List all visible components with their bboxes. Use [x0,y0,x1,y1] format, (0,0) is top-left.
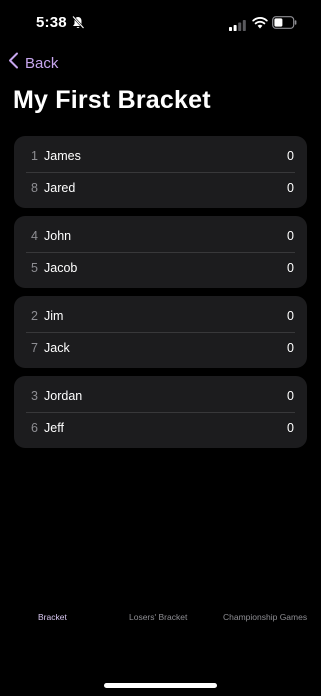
player-score: 0 [287,421,294,435]
player-seed: 5 [31,261,38,275]
match-card: 1 James 0 8 Jared 0 [14,136,307,208]
match-card: 3 Jordan 0 6 Jeff 0 [14,376,307,448]
home-indicator[interactable] [104,683,217,688]
player-seed: 8 [31,181,38,195]
status-time: 5:38 [36,14,67,31]
player-score: 0 [287,389,294,403]
player-row[interactable]: 6 Jeff 0 [14,412,307,444]
player-score: 0 [287,261,294,275]
wifi-icon [252,16,268,29]
player-score: 0 [287,149,294,163]
player-seed: 6 [31,421,38,435]
tab-bar: Bracket Losers' Bracket Championship Gam… [0,612,321,632]
player-name: Jeff [44,421,64,435]
page-title: My First Bracket [13,86,211,114]
chevron-left-icon [8,52,19,74]
player-row[interactable]: 3 Jordan 0 [14,380,307,412]
player-row[interactable]: 2 Jim 0 [14,300,307,332]
match-card: 4 John 0 5 Jacob 0 [14,216,307,288]
player-name: John [44,229,72,243]
player-row[interactable]: 5 Jacob 0 [14,252,307,284]
back-label: Back [25,54,59,72]
player-name: James [44,149,81,163]
player-seed: 1 [31,149,38,163]
status-bar: 5:38 [0,0,321,46]
player-row[interactable]: 4 John 0 [14,220,307,252]
tab-losers-bracket[interactable]: Losers' Bracket [129,612,187,622]
back-button[interactable]: Back [8,52,58,74]
player-seed: 3 [31,389,38,403]
player-name: Jared [44,181,76,195]
player-score: 0 [287,341,294,355]
player-name: Jack [44,341,70,355]
battery-icon [272,16,297,29]
player-seed: 7 [31,341,38,355]
player-name: Jordan [44,389,83,403]
player-score: 0 [287,181,294,195]
player-score: 0 [287,309,294,323]
player-seed: 4 [31,229,38,243]
player-row[interactable]: 1 James 0 [14,140,307,172]
screen: 5:38 Back My First Bracket 1 James 0 8 J… [0,0,321,696]
player-row[interactable]: 7 Jack 0 [14,332,307,364]
match-card: 2 Jim 0 7 Jack 0 [14,296,307,368]
bell-muted-icon [72,15,85,29]
tab-championship-games[interactable]: Championship Games [223,612,307,622]
player-score: 0 [287,229,294,243]
player-row[interactable]: 8 Jared 0 [14,172,307,204]
cellular-signal-icon [229,18,246,31]
tab-bracket[interactable]: Bracket [38,612,67,622]
player-name: Jacob [44,261,78,275]
player-seed: 2 [31,309,38,323]
player-name: Jim [44,309,64,323]
